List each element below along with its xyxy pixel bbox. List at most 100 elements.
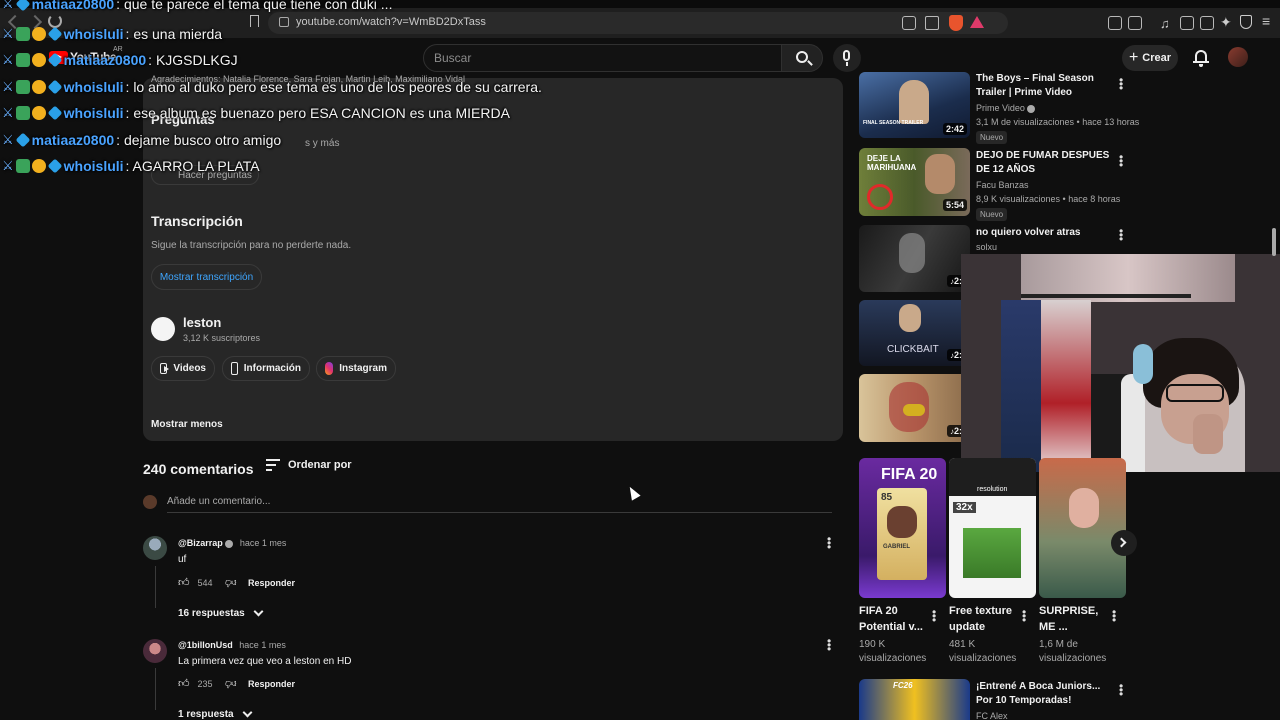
notifications-bell-icon[interactable] [1193,49,1209,67]
wallet-icon[interactable] [1200,16,1214,30]
short-views-label: visualizaciones [949,653,1017,664]
like-icon[interactable]: 👍︎ [178,576,190,589]
video-menu-icon[interactable]: • • • [1119,151,1123,171]
questions-subtext: s y más [305,138,340,149]
video-channel[interactable]: Prime Video [976,102,1036,115]
view-replies-button[interactable]: 1 respuesta [178,707,253,720]
video-thumbnail[interactable]: DEJE LA MARIHUANA 5:54 [859,148,970,216]
dislike-icon[interactable]: 👍︎ [225,576,237,589]
short-views-label: visualizaciones [859,653,927,664]
extensions-icon[interactable] [1108,16,1122,30]
share-icon[interactable] [925,16,939,30]
add-comment-input[interactable]: Añade un comentario... [167,496,270,507]
short-thumbnail[interactable]: resolution 32x [949,458,1036,598]
dislike-icon[interactable]: 👍︎ [225,677,237,690]
video-duration: 2:42 [942,123,967,135]
short-views-label: visualizaciones [1039,653,1107,664]
chat-text: : ese album es buenazo pero ESA CANCION … [125,105,510,121]
short-title[interactable]: Free texture update [949,603,1015,635]
video-meta: 3,1 M de visualizaciones • hace 13 horas [976,117,1140,127]
reply-button[interactable]: Responder [248,578,295,588]
videos-pill-label: Videos [173,363,206,374]
chat-text: : que te parece el tema que tiene con du… [116,0,393,12]
view-replies-button[interactable]: 16 respuestas [178,606,264,619]
comment-avatar[interactable] [143,639,167,663]
subscriber-badge-icon [15,27,30,41]
videos-pill-button[interactable]: Videos [151,356,215,381]
chat-username: whoisluli [63,79,124,95]
comment-menu-icon[interactable]: • • • [827,533,831,553]
url-text[interactable]: youtube.com/watch?v=WmBD2DxTass [296,16,486,28]
brave-rewards-icon[interactable] [970,16,984,28]
channel-avatar[interactable] [151,317,175,341]
vpn-icon[interactable] [1240,15,1252,29]
short-thumbnail[interactable]: FIFA 20 85 GABRIEL [859,458,946,598]
shorts-next-button[interactable] [1111,530,1137,556]
sword-badge-icon: ⚔ [2,0,14,11]
search-button[interactable] [781,44,823,72]
instagram-pill-button[interactable]: Instagram [316,356,396,381]
leo-ai-icon[interactable]: ✦ [1220,14,1232,31]
menu-icon[interactable]: ≡ [1262,13,1270,29]
video-menu-icon[interactable]: • • • [1119,680,1123,700]
music-icon[interactable]: ♫ [1160,16,1170,31]
account-avatar[interactable] [1228,47,1248,67]
comment-author[interactable]: @1billonUsd hace 1 mes [178,640,286,650]
video-channel[interactable]: Facu Banzas [976,179,1029,192]
subscriber-badge-icon [15,106,30,120]
chat-message: ⚔ whoisluli: ese album es buenazo pero ES… [2,105,510,121]
channel-name[interactable]: leston [183,315,221,330]
voice-search-button[interactable] [833,44,861,72]
video-title[interactable]: ¡Entrené A Boca Juniors... Por 10 Tempor… [976,680,1116,708]
like-count: 235 [197,678,213,689]
short-menu-icon[interactable]: • • • [1112,606,1116,626]
video-thumbnail[interactable]: ♪2:0 [859,225,970,292]
gem-badge-icon [15,0,31,12]
create-button[interactable]: + Crear [1122,45,1178,71]
show-transcript-button[interactable]: Mostrar transcripción [151,264,262,290]
video-thumbnail[interactable]: ♪2:5 [859,374,970,442]
video-title[interactable]: DEJO DE FUMAR DESPUES DE 12 AÑOS [976,149,1116,177]
chevron-right-icon [1116,537,1127,548]
chat-text: : KJGSDLKGJ [148,52,238,68]
brave-shield-icon[interactable] [949,15,963,31]
chat-text: : AGARRO LA PLATA [125,158,260,174]
video-thumbnail[interactable]: CLICKBAIT ♪2:5 [859,300,970,366]
cast-icon[interactable] [902,16,916,30]
short-menu-icon[interactable]: • • • [1022,606,1026,626]
page-scrollbar[interactable] [1272,228,1276,256]
video-menu-icon[interactable]: • • • [1119,225,1123,245]
search-input[interactable] [423,44,782,72]
chat-username: matiaaz0800 [31,0,115,12]
like-icon[interactable]: 👍︎ [178,677,190,690]
screenshot-icon[interactable] [1128,16,1142,30]
short-title[interactable]: SURPRISE, ME ... [1039,603,1109,635]
show-less-button[interactable]: Mostrar menos [151,419,223,430]
chevron-down-icon [242,707,253,718]
short-title[interactable]: FIFA 20 Potential v... [859,603,925,635]
video-channel[interactable]: FC Alex [976,710,1008,720]
sword-badge-icon: ⚔ [2,52,14,67]
video-thumbnail[interactable]: FINAL SEASON TRAILER 2:42 [859,72,970,138]
video-title[interactable]: The Boys – Final Season Trailer | Prime … [976,72,1116,100]
sidebar-icon[interactable] [1180,16,1194,30]
channel-subscribers: 3,12 K suscriptores [183,333,261,343]
site-settings-icon[interactable] [279,17,289,27]
video-meta: 8,9 K visualizaciones • hace 8 horas [976,194,1121,204]
video-title[interactable]: no quiero volver atras [976,226,1116,240]
tier-badge-icon [31,159,46,173]
video-thumbnail[interactable]: FC26 [859,679,970,720]
video-menu-icon[interactable]: • • • [1119,74,1123,94]
search-placeholder: Buscar [434,51,472,65]
info-pill-button[interactable]: Información [222,356,310,381]
reply-button[interactable]: Responder [248,679,295,689]
comment-menu-icon[interactable]: • • • [827,635,831,655]
chat-text: : dejame busco otro amigo [116,132,282,148]
sort-comments-button[interactable]: Ordenar por [266,459,352,471]
short-thumbnail[interactable] [1039,458,1126,598]
video-channel[interactable]: solxu [976,241,997,254]
short-menu-icon[interactable]: • • • [932,606,936,626]
comment-author[interactable]: @Bizarrap hace 1 mes [178,538,286,548]
bookmark-icon[interactable] [250,15,259,27]
comment-avatar[interactable] [143,536,167,560]
